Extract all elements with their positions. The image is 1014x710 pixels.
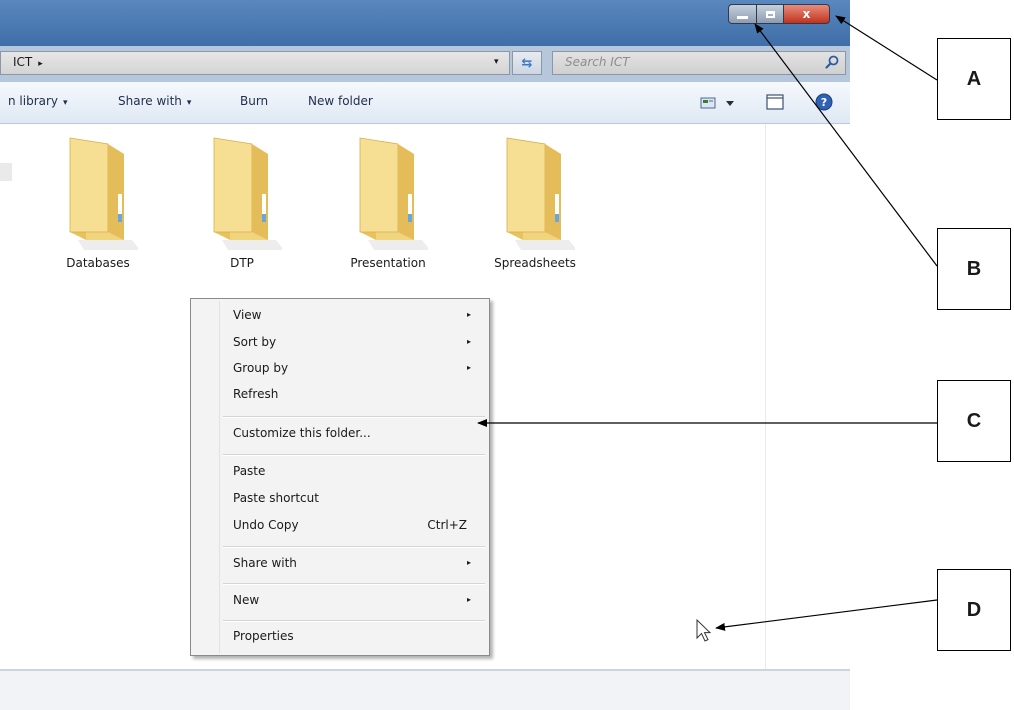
annotation-layer — [477, 15, 938, 642]
callout-label-a: A — [937, 38, 1011, 120]
mouse-pointer-icon — [696, 618, 712, 642]
callout-b-line — [754, 23, 938, 267]
callout-a-line — [835, 15, 938, 81]
callout-label-c: C — [937, 380, 1011, 462]
callout-d-line — [715, 599, 938, 631]
callout-label-d: D — [937, 569, 1011, 651]
callout-label-b: B — [937, 228, 1011, 310]
